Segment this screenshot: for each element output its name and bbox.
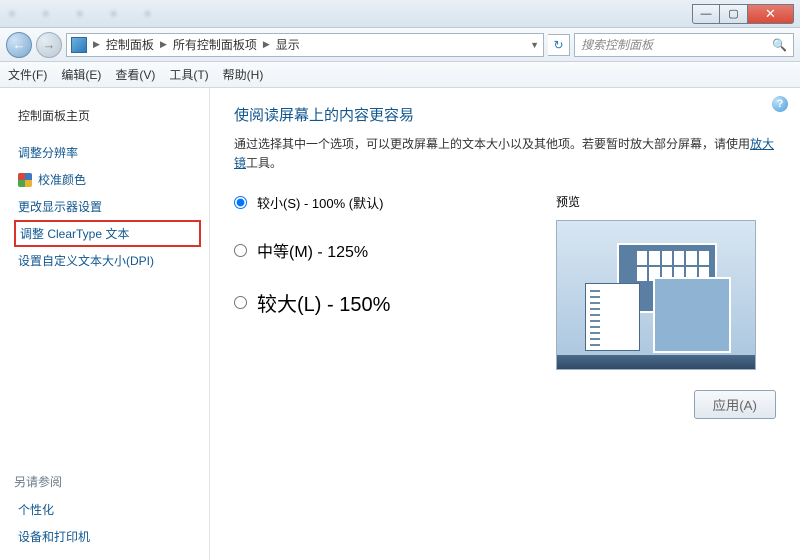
radio-medium[interactable] — [234, 244, 247, 257]
sidebar: 控制面板主页 调整分辨率 校准颜色 更改显示器设置 调整 ClearType 文… — [0, 88, 210, 560]
option-label: 较大(L) - 150% — [257, 288, 390, 317]
chevron-down-icon[interactable]: ▼ — [530, 40, 539, 50]
breadcrumb-root[interactable]: 控制面板 — [106, 36, 154, 53]
shield-icon — [18, 173, 32, 187]
menu-help[interactable]: 帮助(H) — [223, 66, 264, 83]
sidebar-item-resolution[interactable]: 调整分辨率 — [14, 139, 201, 166]
help-icon[interactable]: ? — [772, 96, 788, 112]
back-button[interactable]: ← — [6, 32, 32, 58]
close-button[interactable]: ✕ — [748, 4, 794, 24]
window-controls: — ▢ ✕ — [692, 4, 794, 24]
radio-small[interactable] — [234, 196, 247, 209]
sidebar-item-calibrate[interactable]: 校准颜色 — [14, 166, 201, 193]
size-options: 较小(S) - 100% (默认) 中等(M) - 125% 较大(L) - 1… — [234, 193, 526, 370]
radio-large[interactable] — [234, 296, 247, 309]
apply-button[interactable]: 应用(A) — [694, 390, 776, 419]
option-medium[interactable]: 中等(M) - 125% — [234, 238, 526, 262]
preview-column: 预览 — [556, 193, 776, 370]
background-tabs: ▪▪▪▪▪ — [0, 0, 692, 27]
page-description: 通过选择其中一个选项，可以更改屏幕上的文本大小以及其他项。若要暂时放大部分屏幕，… — [234, 135, 776, 173]
sidebar-item-display-settings[interactable]: 更改显示器设置 — [14, 193, 201, 220]
menu-view[interactable]: 查看(V) — [115, 66, 155, 83]
chevron-right-icon: ▶ — [263, 39, 270, 50]
minimize-button[interactable]: — — [692, 4, 720, 24]
breadcrumb-leaf[interactable]: 显示 — [276, 36, 300, 53]
sidebar-item-cleartype[interactable]: 调整 ClearType 文本 — [14, 220, 201, 247]
breadcrumb-mid[interactable]: 所有控制面板项 — [173, 36, 257, 53]
preview-image — [556, 220, 756, 370]
sidebar-item-dpi[interactable]: 设置自定义文本大小(DPI) — [14, 247, 201, 274]
sidebar-home[interactable]: 控制面板主页 — [14, 102, 201, 129]
chevron-right-icon: ▶ — [93, 39, 100, 50]
option-label: 中等(M) - 125% — [257, 238, 368, 262]
content-area: 控制面板主页 调整分辨率 校准颜色 更改显示器设置 调整 ClearType 文… — [0, 88, 800, 560]
search-input[interactable]: 搜索控制面板 🔍 — [574, 33, 794, 57]
chevron-right-icon: ▶ — [160, 39, 167, 50]
option-label: 较小(S) - 100% (默认) — [257, 193, 383, 212]
sidebar-item-label: 校准颜色 — [38, 171, 86, 188]
menubar: 文件(F) 编辑(E) 查看(V) 工具(T) 帮助(H) — [0, 62, 800, 88]
search-icon: 🔍 — [772, 38, 787, 52]
menu-edit[interactable]: 编辑(E) — [61, 66, 101, 83]
titlebar: ▪▪▪▪▪ — ▢ ✕ — [0, 0, 800, 28]
see-also-header: 另请参阅 — [14, 473, 201, 490]
sidebar-see-also: 另请参阅 个性化 设备和打印机 — [14, 473, 201, 550]
maximize-button[interactable]: ▢ — [720, 4, 748, 24]
search-placeholder: 搜索控制面板 — [581, 36, 653, 53]
navbar: ← → ▶ 控制面板 ▶ 所有控制面板项 ▶ 显示 ▼ ↻ 搜索控制面板 🔍 — [0, 28, 800, 62]
option-small[interactable]: 较小(S) - 100% (默认) — [234, 193, 526, 212]
main-panel: ? 使阅读屏幕上的内容更容易 通过选择其中一个选项，可以更改屏幕上的文本大小以及… — [210, 88, 800, 560]
option-large[interactable]: 较大(L) - 150% — [234, 288, 526, 317]
see-also-personalization[interactable]: 个性化 — [14, 496, 201, 523]
forward-button[interactable]: → — [36, 32, 62, 58]
menu-tools[interactable]: 工具(T) — [169, 66, 208, 83]
see-also-devices[interactable]: 设备和打印机 — [14, 523, 201, 550]
refresh-button[interactable]: ↻ — [548, 34, 570, 56]
menu-file[interactable]: 文件(F) — [8, 66, 47, 83]
control-panel-icon — [71, 37, 87, 53]
page-title: 使阅读屏幕上的内容更容易 — [234, 104, 776, 125]
preview-title: 预览 — [556, 193, 776, 210]
address-bar[interactable]: ▶ 控制面板 ▶ 所有控制面板项 ▶ 显示 ▼ — [66, 33, 544, 57]
